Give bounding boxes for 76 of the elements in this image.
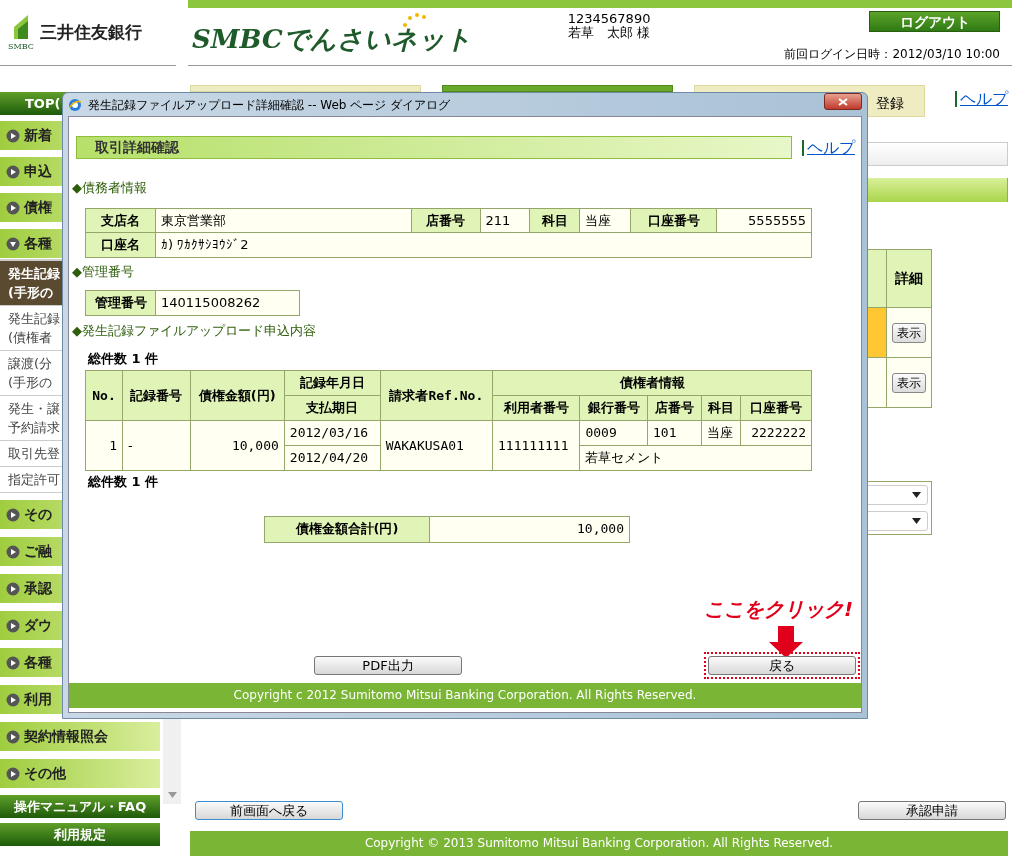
pdf-button[interactable]: PDF出力 [314,655,462,675]
table-cell: - [122,420,191,471]
field-value: 211 [480,208,530,233]
close-button[interactable] [824,93,862,110]
page-footer: Copyright © 2013 Sumitomo Mitsui Banking Corporation. All Rights Reserved. [190,831,1008,856]
field-value: ｶ) ﾜｶｸｻｼﾖｳｼﾞ2 [155,232,812,257]
sidebar-item[interactable]: その [24,504,52,525]
field-label: 支店名 [85,208,156,233]
sidebar-item[interactable]: 新着 [24,125,52,146]
close-icon [838,97,848,106]
help-link[interactable]: ヘルプ [955,91,1008,107]
sidebar-item[interactable]: 承認 [24,578,52,599]
column-header: 債権者情報 [492,370,812,396]
caret-down-icon [912,492,921,498]
field-value: 当座 [579,208,631,233]
field-value: 東京営業部 [155,208,412,233]
record-count: 総件数 1 件 [88,349,160,368]
column-header: 債権金額(円) [190,370,285,421]
dots-icon [401,12,428,28]
column-header: 記録年月日 [284,370,381,396]
table-cell: 若草セメント [579,445,812,471]
browser-icon [68,97,82,112]
bank-name: 三井住友銀行 [39,20,142,44]
column-header: 支払期日 [284,395,381,421]
table-cell: 111111111 [492,420,580,471]
column-header: 請求者Ref.No. [380,370,493,421]
field-label: 管理番号 [85,290,156,316]
service-logo: SMBCでんさいネット [192,23,472,56]
section-heading: 取引詳細確認 [76,136,792,159]
approve-button[interactable]: 承認申請 [858,801,1006,820]
sidebar-item[interactable]: 操作マニュアル・FAQ [0,795,160,818]
table-cell: 2012/03/16 [284,420,381,446]
user-name: 若草 太郎 様 [568,26,651,40]
sidebar-item[interactable]: 各種 [24,233,52,254]
table-cell: 1 [85,420,123,471]
sidebar-item[interactable]: ダウ [24,615,52,636]
show-button[interactable]: 表示 [892,372,926,393]
record-count: 総件数 1 件 [88,473,160,491]
help-link[interactable]: ヘルプ [802,139,855,156]
dialog-footer: Copyright c 2012 Sumitomo Mitsui Banking Corporation. All Rights Reserved. [69,683,861,708]
sidebar-item[interactable]: 利用規定 [0,823,160,846]
sidebar-item[interactable]: 債権 [24,197,52,218]
field-label: 債権金額合計(円) [264,516,430,542]
user-id: 1234567890 [567,12,651,26]
sidebar-item[interactable]: ご融 [24,541,52,562]
sidebar-item[interactable]: 利用 [24,689,52,710]
section-title: ◆債務者情報 [72,179,148,197]
table-cell: 2012/04/20 [284,445,381,471]
section-title: ◆発生記録ファイルアップロード申込内容 [72,322,317,340]
field-label: 口座番号 [630,208,717,233]
field-label: 口座名 [85,232,156,257]
column-header: 利用者番号 [492,395,580,421]
logout-button[interactable]: ログアウト [869,11,1000,32]
section-title: ◆管理番号 [72,262,135,281]
sidebar-item[interactable]: 申込 [24,161,52,182]
column-header: No. [85,370,123,421]
field-label: 店番号 [411,208,481,233]
sidebar-item[interactable]: 各種 [24,652,52,673]
sidebar-item[interactable]: その他 [24,763,66,784]
field-label: 科目 [529,208,580,233]
logo-caption: SMBC [8,40,34,53]
tab-label: 登録 [876,94,904,113]
caret-down-icon [912,518,921,524]
scroll-down-icon [167,792,177,798]
field-value: 10,000 [429,516,630,542]
last-login: 前回ログイン日時：2012/03/10 10:00 [784,46,1000,63]
back-button[interactable]: 前画面へ戻る [195,801,343,820]
field-value: 140115008262 [155,290,300,316]
field-value: 5555555 [716,208,812,233]
back-button[interactable]: 戻る [708,655,856,675]
column-header: 記録番号 [122,370,191,421]
table-cell: 10,000 [190,420,285,471]
table-cell: WAKAKUSA01 [380,420,493,471]
column-header: 詳細 [886,249,932,308]
show-button[interactable]: 表示 [892,322,926,343]
annotation-text: ここをクリック! [703,595,853,623]
